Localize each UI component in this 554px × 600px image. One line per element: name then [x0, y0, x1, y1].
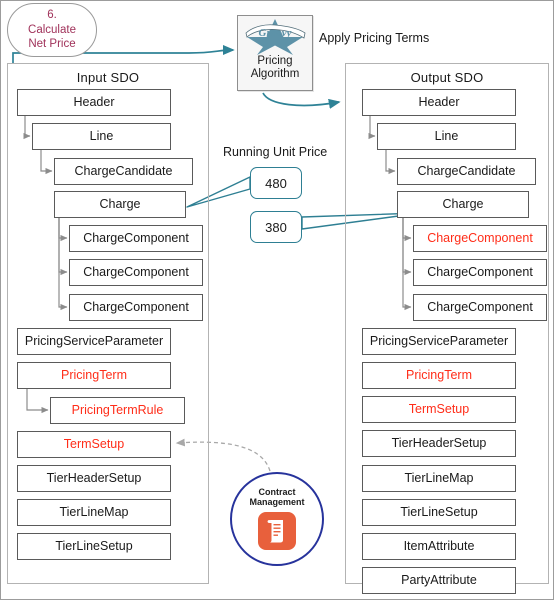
step-callout: 6. Calculate Net Price [7, 3, 97, 57]
entity-label: Header [418, 94, 460, 109]
entity-label: Charge [442, 196, 484, 211]
algorithm-label-line-1: Pricing [257, 55, 293, 67]
price-before-callout: 480 [250, 167, 302, 199]
output-entity-box[interactable]: TermSetup [362, 396, 516, 423]
output-entity-box[interactable]: PricingTerm [362, 362, 516, 389]
output-entity-box[interactable]: Charge [397, 191, 529, 218]
entity-label: ChargeComponent [83, 264, 189, 279]
entity-label: PartyAttribute [401, 572, 477, 587]
entity-label: ChargeComponent [83, 299, 189, 314]
entity-label: TierHeaderSetup [391, 435, 487, 450]
output-entity-box[interactable]: PricingServiceParameter [362, 328, 516, 355]
entity-label: TermSetup [63, 436, 125, 451]
input-entity-box[interactable]: PricingTermRule [50, 397, 185, 424]
output-entity-box[interactable]: TierHeaderSetup [362, 430, 516, 457]
contract-document-icon [258, 511, 296, 550]
entity-label: ChargeComponent [427, 299, 533, 314]
document-scroll-glyph [267, 519, 283, 543]
groovy-star-logo-icon: Groovy [245, 19, 306, 55]
contract-title-line-2: Management [249, 497, 305, 508]
entity-label: ItemAttribute [403, 538, 475, 553]
entity-label: ChargeCandidate [74, 163, 173, 178]
entity-label: TierLineMap [404, 470, 474, 485]
entity-label: TierLineSetup [55, 538, 133, 553]
input-entity-box[interactable]: Header [17, 89, 171, 116]
input-entity-box[interactable]: ChargeCandidate [54, 158, 193, 185]
entity-label: ChargeComponent [427, 230, 533, 245]
running-unit-price-label: Running Unit Price [223, 145, 328, 159]
contract-title-line-1: Contract [258, 487, 296, 497]
entity-label: PricingTermRule [71, 402, 164, 417]
flow-algorithm-to-output [262, 92, 341, 109]
input-entity-box[interactable]: TierHeaderSetup [17, 465, 171, 492]
diagram-canvas: 6. Calculate Net Price Groovy Pricing Al… [0, 0, 554, 600]
price-after-callout: 380 [250, 211, 302, 243]
output-entity-box[interactable]: ChargeComponent [413, 294, 547, 321]
output-entity-box[interactable]: ItemAttribute [362, 533, 516, 560]
entity-label: ChargeComponent [83, 230, 189, 245]
input-entity-box[interactable]: Line [32, 123, 171, 150]
contract-management-badge[interactable]: Contract Management [230, 472, 324, 566]
entity-label: Line [434, 128, 459, 143]
step-number: 6. [47, 9, 57, 22]
output-entity-box[interactable]: Header [362, 89, 516, 116]
input-entity-box[interactable]: Charge [54, 191, 186, 218]
input-entity-box[interactable]: PricingTerm [17, 362, 171, 389]
output-entity-box[interactable]: ChargeComponent [413, 225, 547, 252]
entity-label: TierLineSetup [400, 504, 478, 519]
entity-label: PricingTerm [406, 367, 472, 382]
input-entity-box[interactable]: TermSetup [17, 431, 171, 458]
output-entity-box[interactable]: ChargeComponent [413, 259, 547, 286]
step-line-2: Net Price [28, 38, 76, 51]
entity-label: Header [73, 94, 115, 109]
output-entity-box[interactable]: Line [377, 123, 516, 150]
entity-label: TierHeaderSetup [46, 470, 142, 485]
input-entity-box[interactable]: TierLineMap [17, 499, 171, 526]
apply-pricing-terms-label: Apply Pricing Terms [319, 31, 430, 45]
entity-label: Line [89, 128, 114, 143]
entity-label: TermSetup [408, 401, 470, 416]
entity-label: PricingTerm [61, 367, 127, 382]
output-entity-box[interactable]: PartyAttribute [362, 567, 516, 594]
input-entity-box[interactable]: ChargeComponent [69, 225, 203, 252]
svg-text:Groovy: Groovy [259, 27, 292, 39]
entity-label: ChargeCandidate [417, 163, 516, 178]
entity-label: ChargeComponent [427, 264, 533, 279]
input-entity-box[interactable]: PricingServiceParameter [17, 328, 171, 355]
entity-label: TierLineMap [59, 504, 129, 519]
algorithm-label-line-2: Algorithm [250, 67, 300, 80]
output-sdo-title: Output SDO [410, 70, 484, 85]
input-entity-box[interactable]: ChargeComponent [69, 259, 203, 286]
input-entity-box[interactable]: TierLineSetup [17, 533, 171, 560]
entity-label: Charge [99, 196, 141, 211]
entity-label: PricingServiceParameter [369, 333, 509, 348]
step-line-1: Calculate [28, 23, 76, 36]
output-entity-box[interactable]: TierLineMap [362, 465, 516, 492]
entity-label: PricingServiceParameter [24, 333, 164, 348]
output-entity-box[interactable]: ChargeCandidate [397, 158, 536, 185]
output-entity-box[interactable]: TierLineSetup [362, 499, 516, 526]
input-sdo-title: Input SDO [76, 70, 140, 85]
input-entity-box[interactable]: ChargeComponent [69, 294, 203, 321]
pricing-algorithm-node[interactable]: Groovy Pricing Algorithm [237, 15, 313, 91]
